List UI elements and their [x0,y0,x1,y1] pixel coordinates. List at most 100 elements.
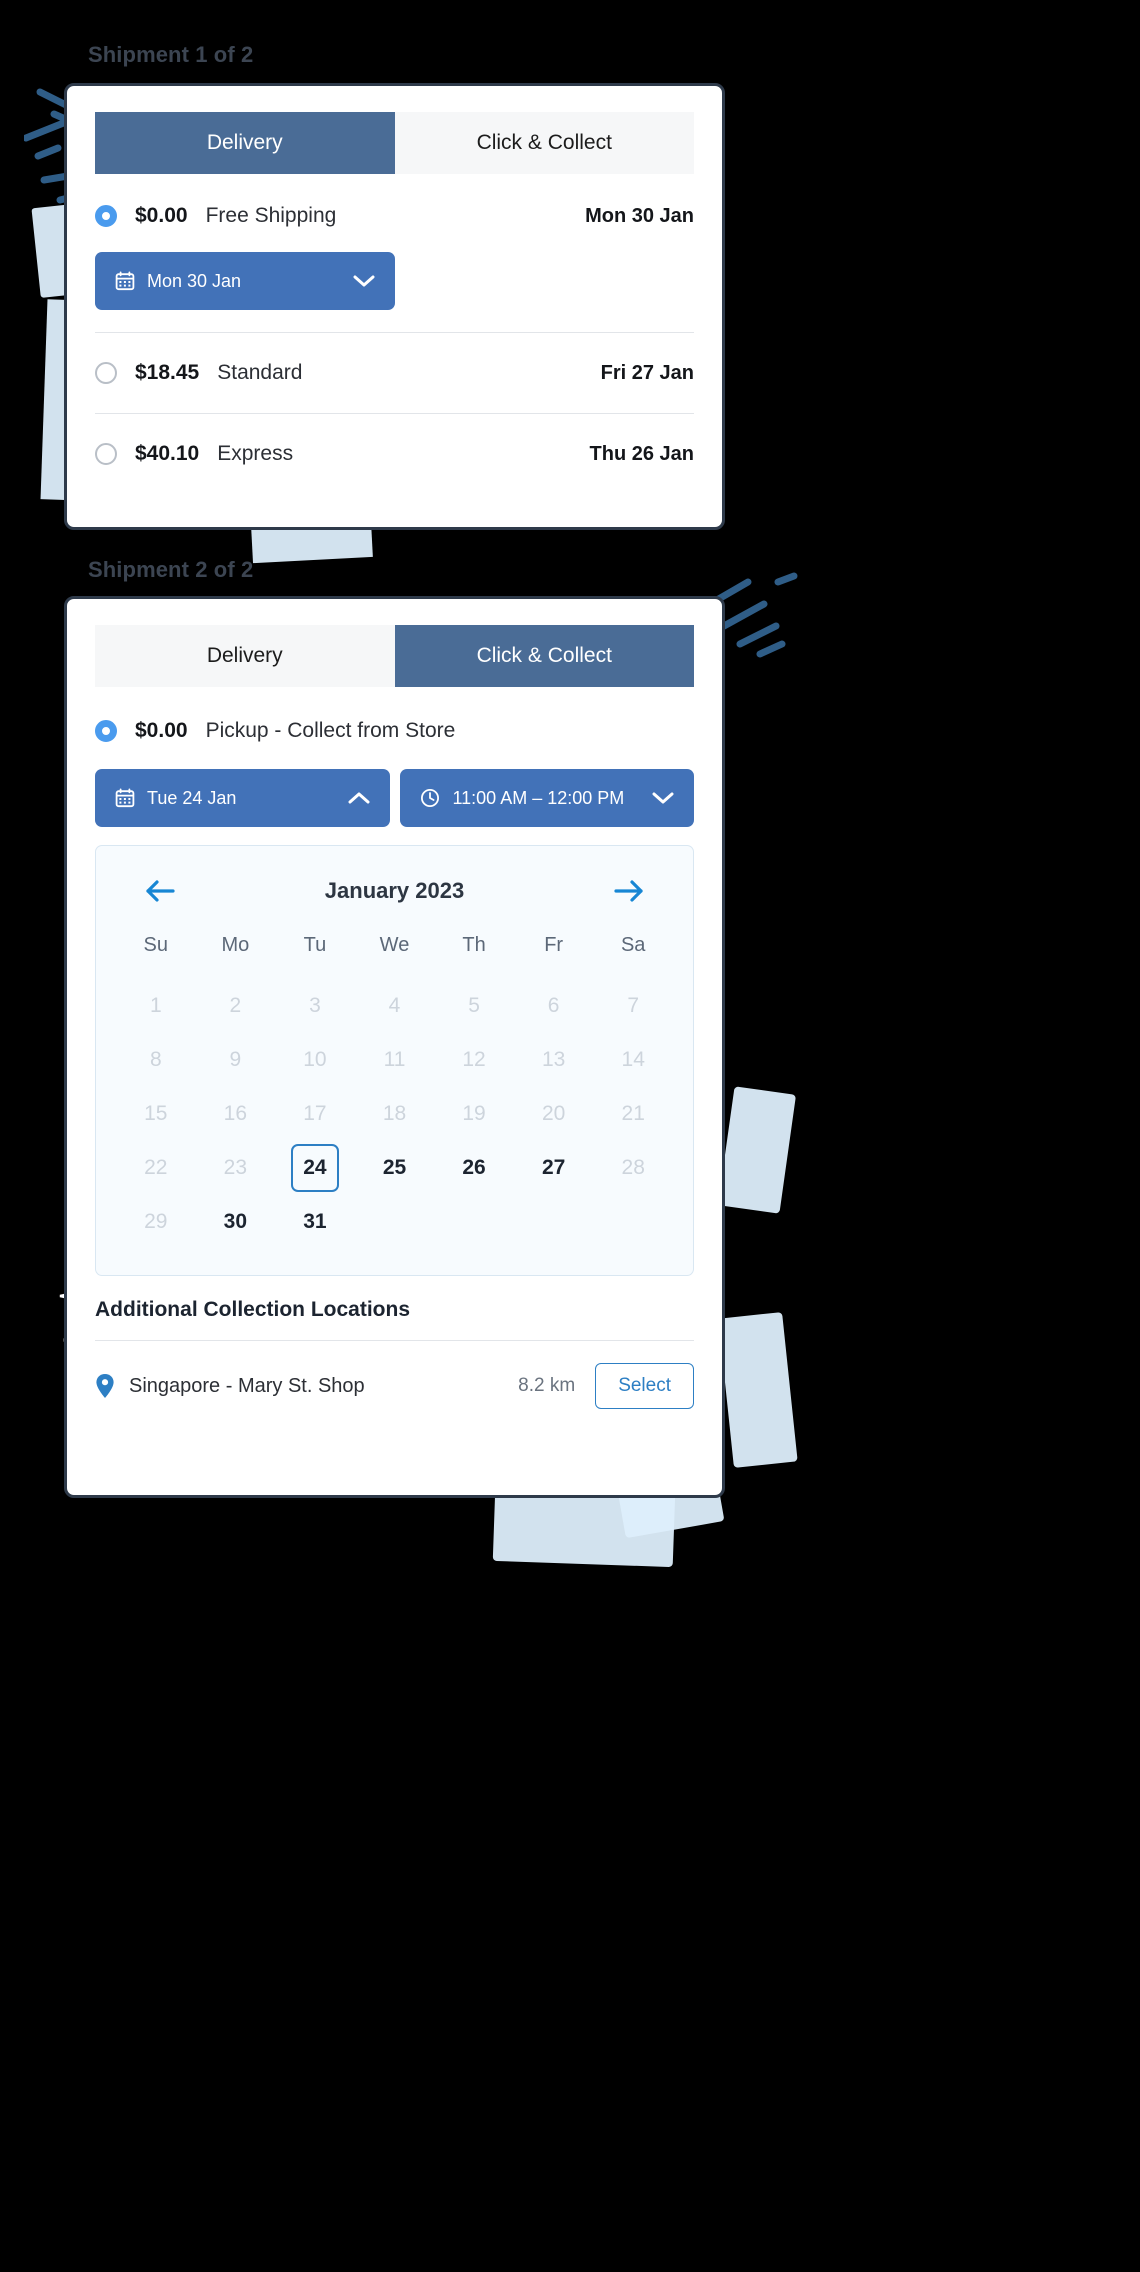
calendar-day: 6 [547,994,560,1017]
option-price: $0.00 [135,204,188,227]
calendar-day: 7 [627,994,640,1017]
calendar-icon [115,788,135,808]
calendar-day: 29 [144,1210,168,1233]
select-location-button[interactable]: Select [595,1363,694,1409]
radio-standard[interactable] [95,362,117,384]
option-price: $18.45 [135,361,200,384]
time-dropdown-shipment-2[interactable]: 11:00 AM – 12:00 PM [400,769,694,827]
option-date: Thu 26 Jan [589,442,694,465]
tab-label: Delivery [206,644,283,667]
weekday-label: Tu [303,934,327,956]
chevron-up-icon [330,791,370,805]
tab-label: Click & Collect [476,644,612,667]
weekday-label: Th [462,934,486,956]
calendar-day: 13 [541,1048,566,1071]
weekday-label: We [379,934,410,956]
calendar-day: 14 [621,1048,645,1071]
calendar-day[interactable]: 24 [275,1141,355,1195]
location-name: Singapore - Mary St. Shop [129,1374,365,1397]
calendar-header: January 2023 [116,868,673,926]
chevron-down-icon [335,274,375,288]
weekday-label: Mo [221,934,250,956]
calendar-day[interactable]: 31 [275,1195,355,1249]
chevron-down-icon [634,791,674,805]
calendar-day: 22 [144,1156,168,1179]
calendar-day: 17 [303,1102,327,1125]
date-dropdown-shipment-2[interactable]: Tue 24 Jan [95,769,391,827]
location-distance: 8.2 km [518,1375,576,1396]
tab-label: Click & Collect [476,131,612,154]
date-dropdown-label: Mon 30 Jan [147,270,242,291]
calendar-day-empty [434,1195,514,1249]
calendar-prev-month-button[interactable] [144,879,176,903]
deco-paper-bottom-2 [492,1486,676,1568]
calendar-day-empty [593,1195,673,1249]
shipment-2-label: Shipment 2 of 2 [88,557,254,582]
collection-location-row: Singapore - Mary St. Shop 8.2 km Select [95,1340,694,1409]
option-date: Mon 30 Jan [585,204,694,227]
radio-free-shipping[interactable] [95,205,117,227]
calendar-month-title: January 2023 [324,878,465,903]
calendar-day: 18 [382,1102,407,1125]
shipping-option-free[interactable]: $0.00 Free Shipping Mon 30 Jan [95,174,694,238]
calendar-day: 15 [144,1102,168,1125]
calendar-day: 2 [229,994,242,1017]
calendar-day: 8 [149,1048,162,1071]
option-name: Express [217,442,294,465]
shipment-2-pill-row: Tue 24 Jan 11:00 AM – 12:00 PM [95,769,694,827]
pickup-option[interactable]: $0.00 Pickup - Collect from Store [95,687,694,751]
calendar-day: 16 [223,1102,248,1125]
calendar-day-empty [514,1195,594,1249]
page-root: Shipment 1 of 2 Delivery Click & Collect… [0,0,1140,2272]
option-date: Fri 27 Jan [600,361,694,384]
map-pin-icon [96,1374,114,1398]
calendar-day-grid: 1 2 3 4 5 6 7 8 9 10 11 12 13 14 15 16 17 18 19 20 21 22 23 24 2… [116,979,673,1249]
calendar-day: 3 [309,994,321,1017]
calendar-day: 11 [383,1048,406,1071]
calendar-day: 19 [462,1102,486,1125]
shipment-2-card: Delivery Click & Collect $0.00 Pickup - … [64,596,725,1498]
weekday-label: Su [143,934,169,956]
calendar-day: 28 [621,1156,645,1179]
weekday-label: Fr [544,934,564,956]
tab-delivery-shipment-2[interactable]: Delivery [95,625,395,687]
weekday-label: Sa [620,934,646,956]
tab-click-and-collect-shipment-2[interactable]: Click & Collect [394,625,694,687]
calendar-day: 4 [388,994,401,1017]
calendar-day: 20 [541,1102,566,1125]
tab-delivery-shipment-1[interactable]: Delivery [95,112,395,174]
radio-express[interactable] [95,443,117,465]
shipping-option-express[interactable]: $40.10 Express Thu 26 Jan [95,414,694,494]
calendar-day-empty [355,1195,435,1249]
option-name: Pickup - Collect from Store [205,719,456,742]
shipping-option-standard[interactable]: $18.45 Standard Fri 27 Jan [95,333,694,413]
calendar-weekday-row: Su Mo Tu We Th Fr Sa [116,926,673,979]
calendar-day: 1 [149,994,162,1017]
time-dropdown-label: 11:00 AM – 12:00 PM [452,787,625,808]
date-picker-calendar: January 2023 Su Mo Tu We Th Fr Sa 123456… [95,845,694,1276]
additional-locations-title: Additional Collection Locations [95,1298,410,1321]
deco-paper-right-2 [718,1312,798,1468]
calendar-day: 9 [229,1048,242,1071]
calendar-day[interactable]: 25 [355,1141,435,1195]
option-name: Standard [217,361,303,384]
radio-pickup[interactable] [95,720,117,742]
shipment-2-tabs: Delivery Click & Collect [95,625,694,687]
deco-paper-right-1 [717,1086,797,1214]
option-price: $40.10 [135,442,200,465]
calendar-day: 21 [621,1102,645,1125]
date-dropdown-shipment-1[interactable]: Mon 30 Jan [95,252,395,310]
shipment-1-label: Shipment 1 of 2 [88,42,254,67]
calendar-day: 12 [462,1048,486,1071]
calendar-next-month-button[interactable] [613,879,645,903]
arrow-left-icon [146,880,175,902]
calendar-day[interactable]: 27 [514,1141,594,1195]
calendar-day[interactable]: 26 [434,1141,514,1195]
calendar-day[interactable]: 30 [196,1195,276,1249]
option-price: $0.00 [135,719,188,742]
calendar-day: 5 [468,994,480,1017]
calendar-day: 10 [303,1048,327,1071]
tab-click-and-collect-shipment-1[interactable]: Click & Collect [394,112,694,174]
shipment-1-tabs: Delivery Click & Collect [95,112,694,174]
tab-label: Delivery [206,131,283,154]
